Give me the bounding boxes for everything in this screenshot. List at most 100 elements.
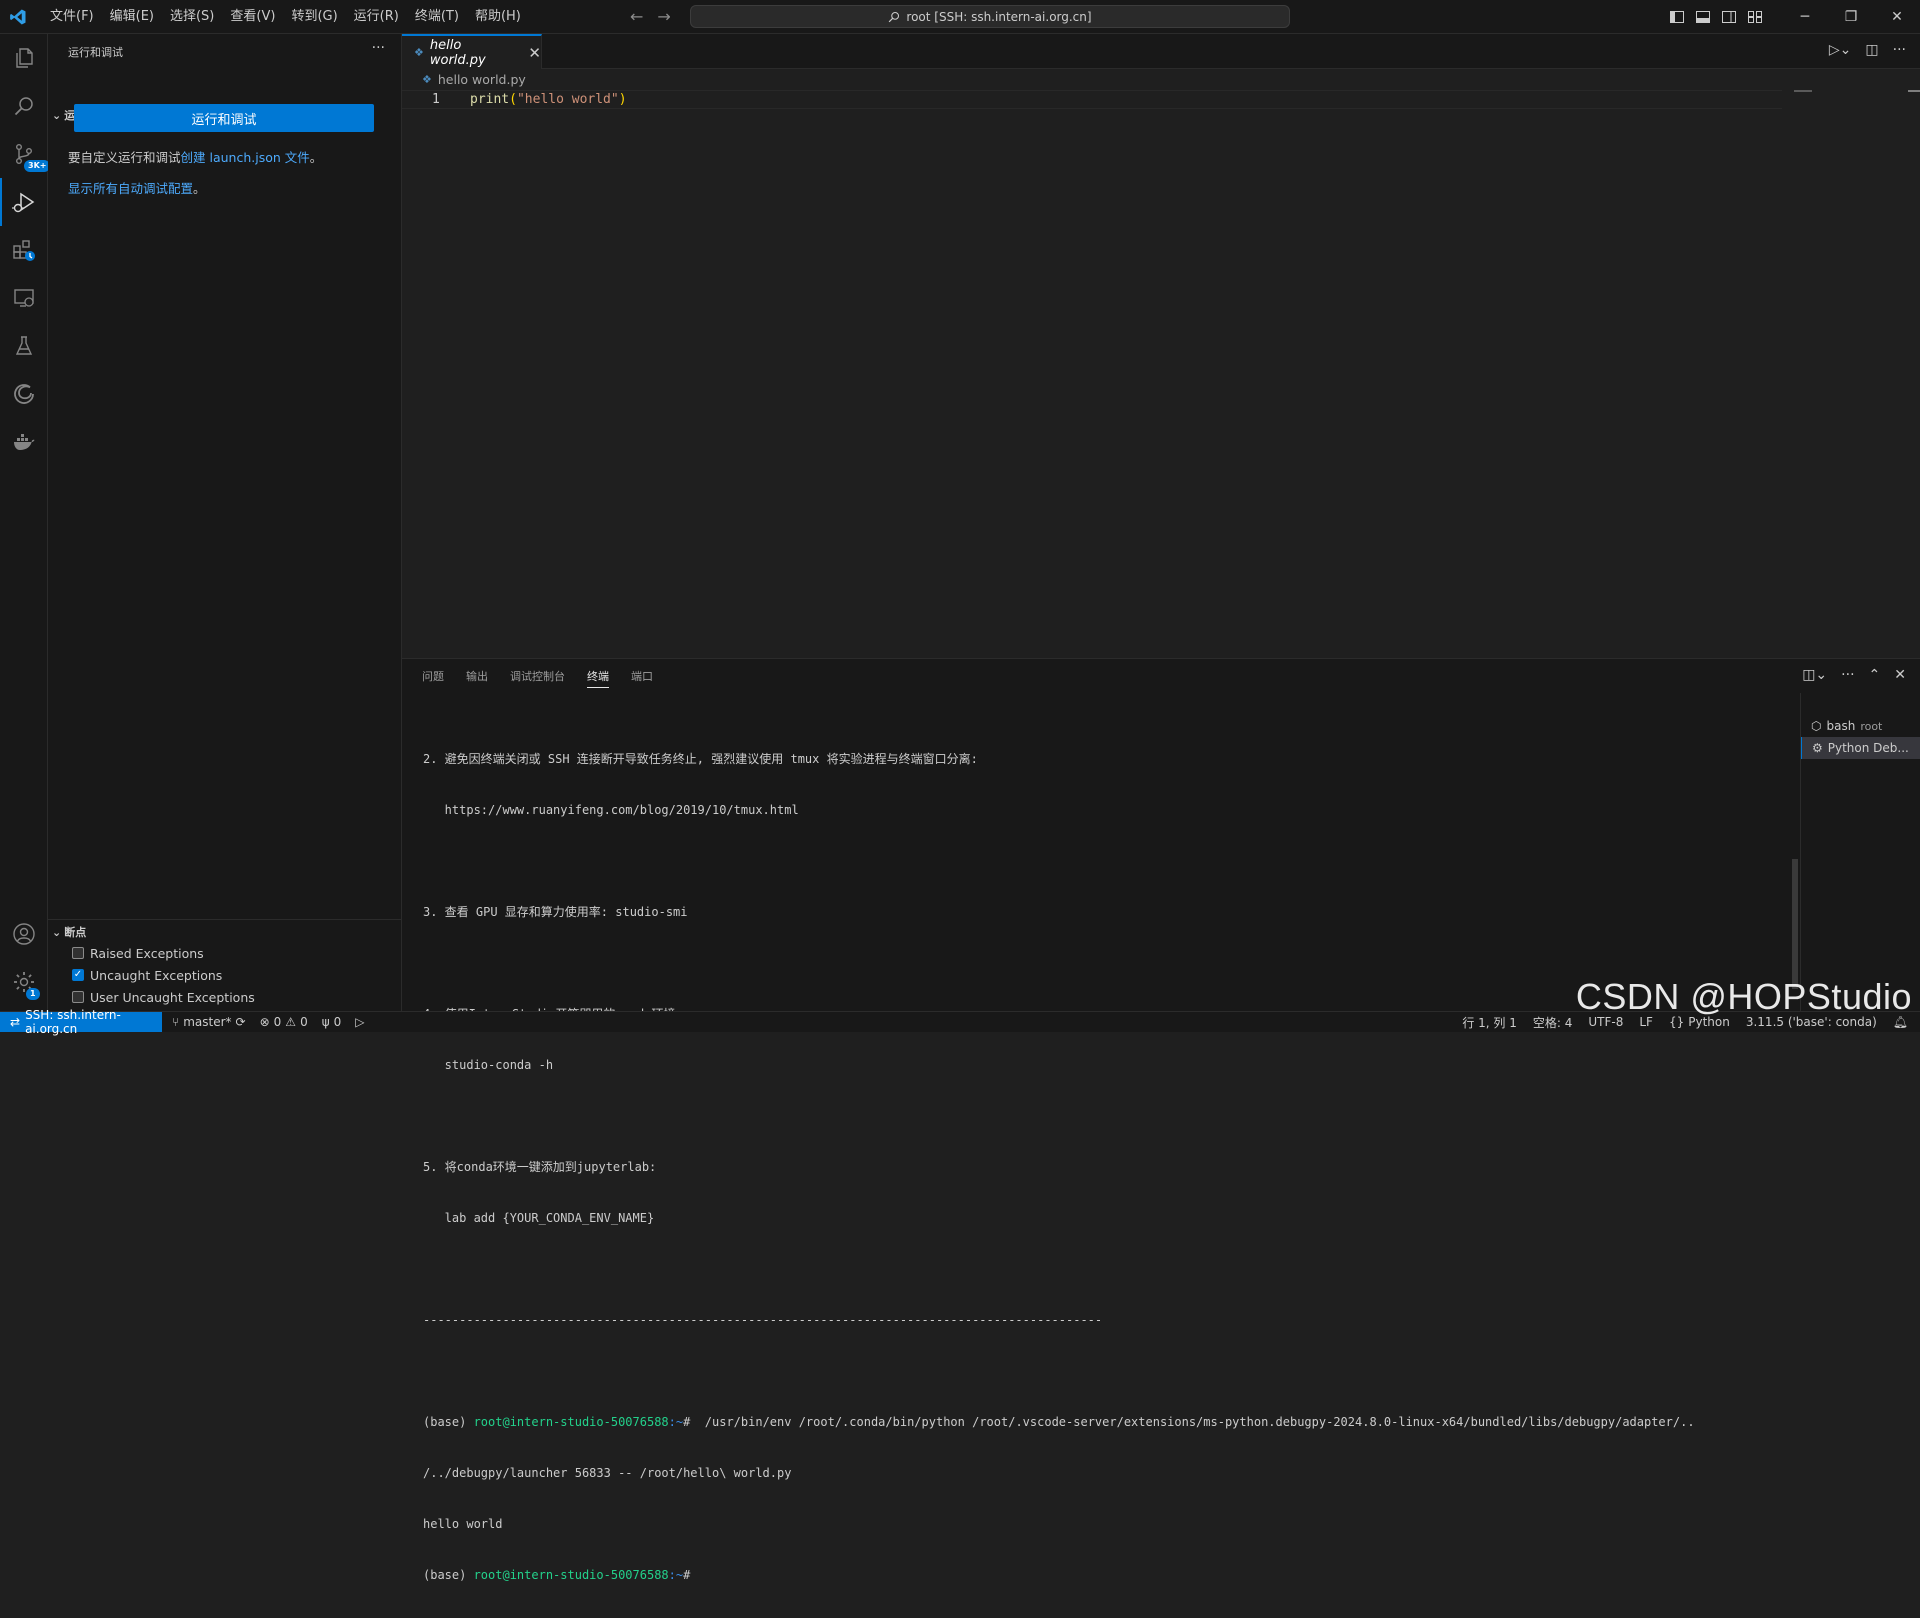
tab-debug-console[interactable]: 调试控制台 [510,668,565,684]
close-panel-icon[interactable]: ✕ [1894,667,1906,683]
breakpoint-raised-exceptions[interactable]: Raised Exceptions [72,943,204,963]
terminal-scrollbar[interactable] [1792,859,1798,989]
minimize-icon[interactable]: ─ [1782,0,1828,34]
terminal-name: bash [1826,719,1856,733]
tab-output[interactable]: 输出 [466,668,488,684]
toggle-secondary-sidebar-icon[interactable] [1716,0,1742,34]
run-and-debug-button[interactable]: 运行和调试 [74,104,374,132]
menu-view[interactable]: 查看(V) [222,0,283,34]
branch-indicator[interactable]: ⑂ master* ⟳ [172,1015,246,1029]
terminal-line: /../debugpy/launcher 56833 -- /root/hell… [423,1466,792,1480]
toggle-primary-sidebar-icon[interactable] [1664,0,1690,34]
code-line[interactable]: print("hello world") [470,92,627,107]
warning-icon: ⚠ [285,1015,297,1029]
customize-layout-icon[interactable] [1742,0,1768,34]
customize-text: 要自定义运行和调试 [68,150,181,165]
activity-bar: 3K+ 1 [0,34,51,1013]
chevron-down-icon: ⌄ [52,108,62,122]
tab-hello-world[interactable]: ❖ hello world.py ✕ [402,34,542,69]
terminal-line: 3. 查看 GPU 显存和算力使用率: studio-smi [423,905,688,919]
extensions-icon[interactable] [0,226,48,274]
breakpoints-section-label: 断点 [64,926,87,939]
warning-count: 0 [300,1015,308,1029]
terminal-prompt-line: (base) root@intern-studio-50076588:~# [423,1567,1803,1584]
git-branch-icon: ⑂ [172,1015,180,1029]
breakpoint-label: Uncaught Exceptions [90,967,223,983]
sidebar-title: 运行和调试 [68,46,123,59]
tab-label: hello world.py [429,37,486,68]
code-string: "hello world" [516,92,619,107]
run-debug-icon[interactable] [0,178,48,226]
accounts-icon[interactable] [0,910,48,958]
restore-icon[interactable]: ❐ [1828,0,1874,34]
back-arrow-icon[interactable]: ← [630,7,643,26]
sync-icon: ⟳ [235,1015,246,1029]
more-actions-icon[interactable]: ··· [1841,667,1854,683]
tab-problems[interactable]: 问题 [422,668,444,684]
explorer-icon[interactable] [0,34,48,82]
indentation[interactable]: 空格: 4 [1533,1014,1573,1031]
cursor-position[interactable]: 行 1, 列 1 [1462,1014,1517,1031]
remote-indicator[interactable]: ⇄ SSH: ssh.intern-ai.org.cn [0,1008,162,1036]
terminal-name: Python Deb... [1827,741,1909,755]
docker-icon[interactable] [0,418,48,466]
testing-icon[interactable] [0,322,48,370]
close-tab-icon[interactable]: ✕ [528,44,541,62]
menu-run[interactable]: 运行(R) [346,0,407,34]
code-paren: ( [509,92,517,107]
ports-count: 0 [333,1015,342,1029]
terminal-item-python-debug[interactable]: ⚙ Python Deb... [1801,737,1920,759]
split-terminal-icon[interactable]: ◫⌄ [1802,667,1827,683]
line-number: 1 [432,92,440,107]
checkbox[interactable] [72,947,84,959]
error-count: 0 [273,1015,282,1029]
problems-indicator[interactable]: ⊗ 0 ⚠ 0 [260,1015,308,1029]
show-all-configs-link[interactable]: 显示所有自动调试配置 [68,181,193,196]
forward-arrow-icon[interactable]: → [657,7,670,26]
editor-scrollbar[interactable] [1908,90,1920,92]
terminal-line: 5. 将conda环境一键添加到jupyterlab: [423,1160,657,1174]
remote-explorer-icon[interactable] [0,274,48,322]
prompt-user: root@intern-studio-50076588 [473,1415,669,1429]
show-all-hint: 显示所有自动调试配置。 [68,178,206,197]
minimap[interactable] [1794,90,1812,92]
breadcrumb[interactable]: ❖ hello world.py [422,72,526,87]
title-bar-controls: ─ ❐ ✕ [1664,0,1920,34]
split-editor-icon[interactable]: ◫ [1865,42,1878,58]
ports-indicator[interactable]: ψ0 [322,1015,342,1029]
tab-terminal[interactable]: 终端 [587,668,609,688]
checkbox[interactable] [72,991,84,1003]
close-window-icon[interactable]: ✕ [1874,0,1920,34]
create-launch-json-link[interactable]: 创建 launch.json 文件 [181,150,310,165]
breakpoints-section-header[interactable]: ⌄ 断点 [52,921,86,943]
menu-edit[interactable]: 编辑(E) [102,0,162,34]
run-python-file-icon[interactable]: ▷⌄ [1829,42,1852,58]
debug-launch-indicator[interactable]: ▷ [355,1015,364,1029]
tab-ports[interactable]: 端口 [631,668,653,684]
more-actions-icon[interactable]: ··· [372,40,385,56]
edge-devtools-icon[interactable] [0,370,48,418]
more-actions-icon[interactable]: ··· [1893,42,1906,58]
menu-go[interactable]: 转到(G) [283,0,345,34]
maximize-panel-icon[interactable]: ⌃ [1869,667,1881,683]
breakpoint-uncaught-exceptions[interactable]: ✓ Uncaught Exceptions [72,965,222,985]
source-control-icon[interactable]: 3K+ [0,130,51,178]
watermark: CSDN @HOPStudio [1575,976,1912,1017]
command-center[interactable]: root [SSH: ssh.intern-ai.org.cn] [690,5,1290,28]
terminal-output[interactable]: 2. 避免因终端关闭或 SSH 连接断开导致任务终止, 强烈建议使用 tmux … [423,717,1803,1618]
menu-selection[interactable]: 选择(S) [162,0,222,34]
manage-gear-icon[interactable]: 1 [0,958,48,1006]
terminal-item-bash[interactable]: ⬡ bash root [1801,715,1920,737]
menu-terminal[interactable]: 终端(T) [407,0,467,34]
prompt-hash: # [683,1568,698,1582]
menu-file[interactable]: 文件(F) [42,0,102,34]
editor-actions: ▷⌄ ◫ ··· [1829,42,1906,58]
checkbox-checked[interactable]: ✓ [72,969,84,981]
search-view-icon[interactable] [0,82,48,130]
toggle-panel-icon[interactable] [1690,0,1716,34]
menu-help[interactable]: 帮助(H) [467,0,529,34]
source-control-badge: 3K+ [24,160,51,172]
breakpoint-user-uncaught-exceptions[interactable]: User Uncaught Exceptions [72,987,255,1007]
customize-end: 。 [309,150,323,165]
